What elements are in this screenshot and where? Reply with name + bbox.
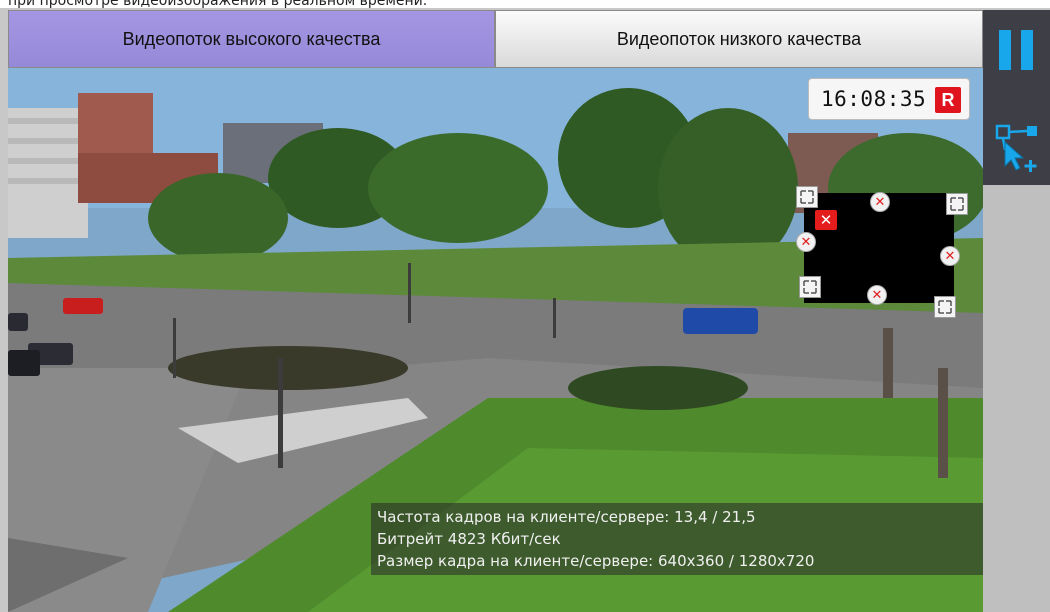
- mask-resize-handle-bottom-right[interactable]: [934, 296, 956, 318]
- pause-button[interactable]: [999, 30, 1035, 70]
- tab-high-quality-stream[interactable]: Видеопоток высокого качества: [8, 10, 495, 68]
- frame-size-stat: Размер кадра на клиенте/сервере: 640x360…: [377, 552, 815, 570]
- tab-low-quality-label: Видеопоток низкого качества: [616, 28, 862, 49]
- resize-icon: [800, 190, 814, 204]
- add-zone-icon: [995, 124, 1037, 172]
- delete-mask-button[interactable]: ✕: [815, 210, 837, 230]
- remove-vertex-icon: ✕: [874, 194, 886, 210]
- mask-vertex-remove-top[interactable]: ✕: [870, 192, 890, 212]
- fps-stat: Частота кадров на клиенте/сервере: 13,4 …: [377, 508, 756, 526]
- page-caption: при просмотре видеоизображения в реально…: [8, 0, 428, 8]
- mask-resize-handle-top-right[interactable]: [946, 193, 968, 215]
- right-toolbar: [983, 10, 1050, 612]
- resize-icon: [950, 197, 964, 211]
- record-indicator-icon: R: [935, 87, 961, 113]
- remove-vertex-icon: ✕: [944, 248, 956, 264]
- mask-resize-handle-bottom-left[interactable]: [799, 276, 821, 298]
- tab-high-quality-label: Видеопоток высокого качества: [122, 28, 381, 49]
- resize-icon: [938, 300, 952, 314]
- resize-icon: [803, 280, 817, 294]
- stream-stats-overlay: Частота кадров на клиенте/сервере: 13,4 …: [371, 503, 983, 575]
- pause-icon-bar: [1021, 30, 1033, 70]
- stream-tabs: Видеопоток высокого качества Видеопоток …: [8, 10, 983, 68]
- bitrate-stat: Битрейт 4823 Кбит/сек: [377, 530, 561, 548]
- timestamp-overlay: 16:08:35 R: [808, 78, 970, 120]
- add-mask-zone-button[interactable]: [993, 120, 1041, 176]
- remove-vertex-icon: ✕: [871, 287, 883, 303]
- tab-low-quality-stream[interactable]: Видеопоток низкого качества: [495, 10, 983, 68]
- mask-vertex-remove-right[interactable]: ✕: [940, 246, 960, 266]
- mask-vertex-remove-bottom[interactable]: ✕: [867, 285, 887, 305]
- toolbar-buttons-area: [983, 10, 1050, 185]
- pause-icon: [999, 30, 1011, 70]
- mask-vertex-remove-left[interactable]: ✕: [796, 232, 816, 252]
- timestamp-text: 16:08:35: [821, 87, 927, 111]
- mask-resize-handle-top-left[interactable]: [796, 186, 818, 208]
- remove-vertex-icon: ✕: [800, 234, 812, 250]
